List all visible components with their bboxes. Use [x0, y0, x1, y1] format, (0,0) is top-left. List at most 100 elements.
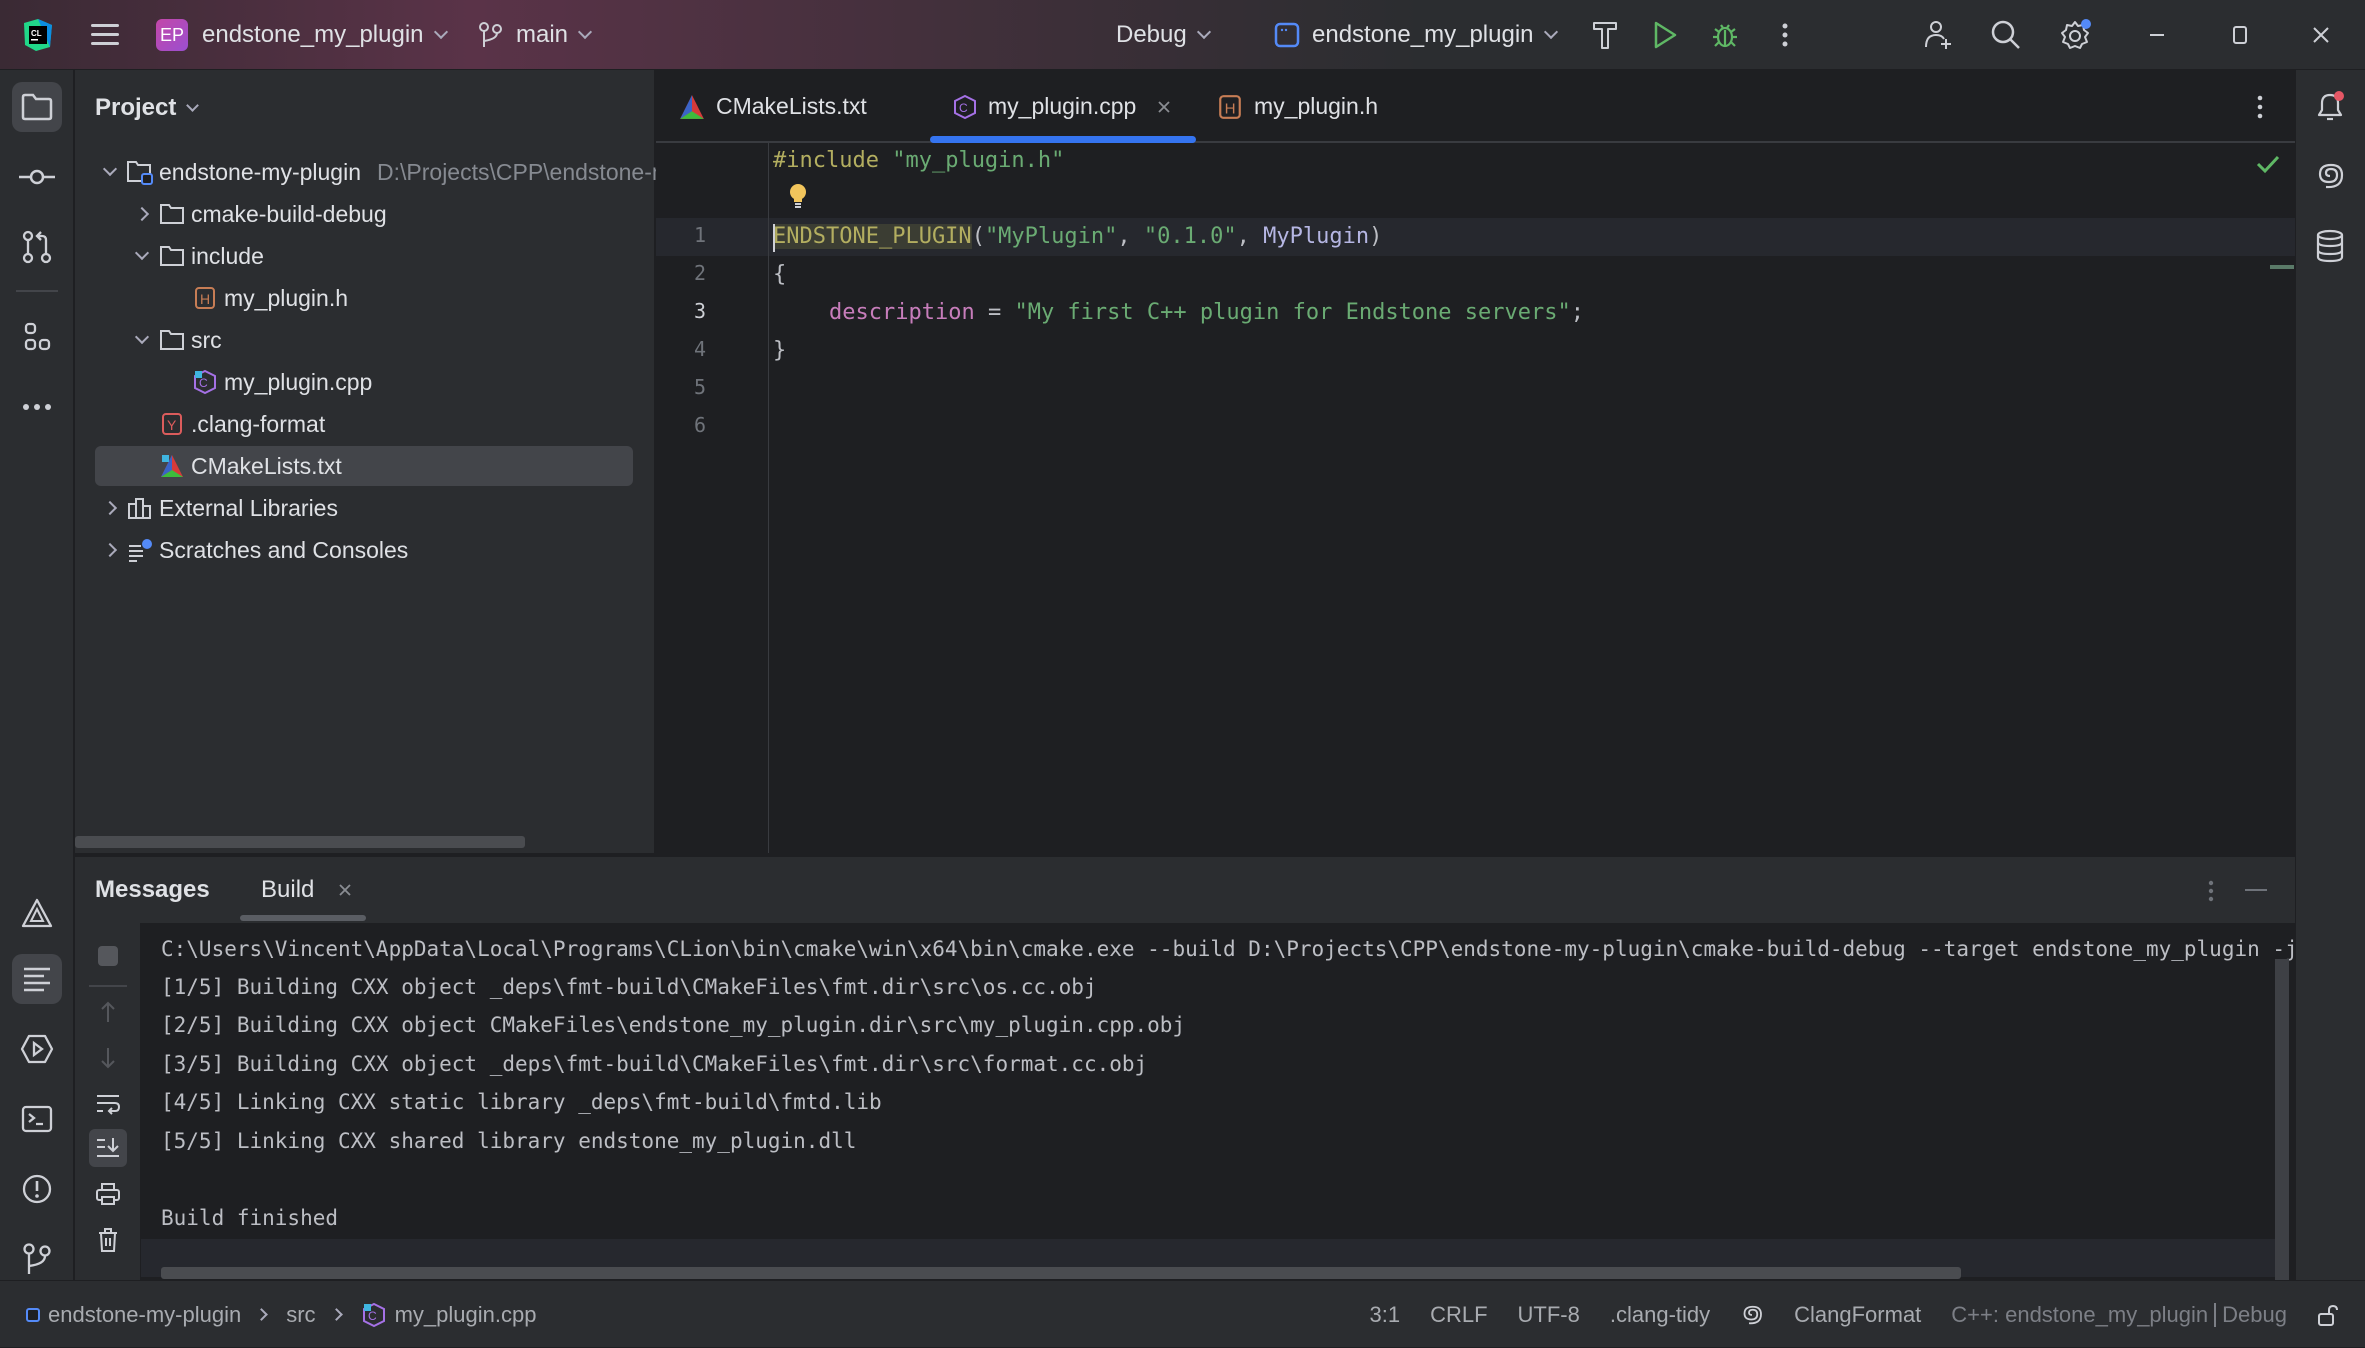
folder-icon — [157, 327, 187, 353]
terminal-tool-button[interactable] — [12, 1094, 62, 1144]
close-tab-icon[interactable] — [338, 883, 352, 897]
code-line-5[interactable]: description = "My first C++ plugin for E… — [829, 300, 1584, 325]
punctuation: ( — [971, 224, 985, 249]
branch-name: main — [516, 21, 569, 48]
messages-tool-button[interactable] — [12, 954, 62, 1004]
code-line-1[interactable]: #include "my_plugin.h" — [773, 148, 1064, 173]
hide-tool-window-button[interactable] — [2245, 889, 2267, 891]
tree-item-file[interactable]: Y .clang-format — [157, 404, 325, 444]
git-tool-button[interactable] — [12, 1234, 62, 1284]
active-tab-indicator — [930, 136, 1196, 143]
caret-position[interactable]: 3:1 — [1369, 1302, 1400, 1328]
code-with-me-button[interactable] — [1914, 11, 1962, 59]
output-line-status: Build finished — [161, 1206, 339, 1230]
commit-tool-button[interactable] — [12, 152, 62, 202]
tab-label: my_plugin.h — [1254, 93, 1379, 119]
run-tool-button[interactable] — [12, 1024, 62, 1074]
output-line: C:\Users\Vincent\AppData\Local\Programs\… — [161, 937, 2295, 961]
problems-tool-button[interactable] — [12, 1164, 62, 1214]
run-button[interactable] — [1641, 11, 1689, 59]
search-button[interactable] — [1982, 11, 2030, 59]
intention-bulb[interactable] — [788, 182, 808, 210]
tree-item-file[interactable]: H my_plugin.h — [190, 278, 348, 318]
code-line-6[interactable]: } — [773, 338, 786, 363]
resolve-config[interactable]: Debug — [2222, 1302, 2287, 1328]
unlock-icon[interactable] — [2317, 1303, 2339, 1327]
debug-button[interactable] — [1701, 11, 1749, 59]
print-button[interactable] — [89, 1175, 127, 1213]
tab-messages[interactable]: Messages — [95, 857, 210, 923]
tool-window-options-button[interactable] — [2207, 879, 2215, 903]
minimize-button[interactable] — [2134, 11, 2182, 59]
branch-switcher[interactable]: main — [478, 11, 593, 59]
clang-tidy-config[interactable]: .clang-tidy — [1610, 1302, 1710, 1328]
soft-wrap-button[interactable] — [89, 1085, 127, 1123]
app-logo[interactable]: CL — [20, 17, 56, 53]
clear-all-button[interactable] — [89, 1221, 127, 1259]
tree-item-external-libraries[interactable]: External Libraries — [95, 488, 338, 528]
stop-button[interactable] — [89, 937, 127, 975]
build-button[interactable] — [1581, 11, 1629, 59]
tree-item-label: my_plugin.cpp — [224, 368, 373, 395]
horizontal-scrollbar[interactable] — [161, 1267, 1961, 1279]
tree-item-file-selected[interactable]: CMakeLists.txt — [157, 446, 342, 486]
close-window-button[interactable] — [2297, 11, 2345, 59]
punctuation: , — [1117, 224, 1144, 249]
tab-my-plugin-cpp[interactable]: C my_plugin.cpp — [952, 70, 1172, 143]
pull-requests-tool-button[interactable] — [12, 222, 62, 272]
breadcrumb-item[interactable]: my_plugin.cpp — [395, 1302, 537, 1328]
previous-message-button[interactable] — [89, 993, 127, 1031]
more-tools-button[interactable] — [12, 382, 62, 432]
tree-item-label: endstone-my-plugin — [159, 158, 362, 185]
settings-button[interactable] — [2052, 11, 2100, 59]
resolve-context[interactable]: C++: endstone_my_plugin — [1951, 1302, 2208, 1328]
code-style-formatter[interactable]: ClangFormat — [1794, 1302, 1921, 1328]
run-target-selector[interactable]: endstone_my_plugin — [1274, 11, 1558, 59]
tree-item-root[interactable]: endstone-my-plugin D:\Projects\CPP\endst… — [95, 152, 752, 192]
main-menu-button[interactable] — [81, 11, 129, 59]
cmake-icon — [157, 453, 187, 479]
cmake-tool-button[interactable] — [12, 888, 62, 938]
code-line-4[interactable]: { — [773, 262, 786, 287]
folder-icon — [157, 201, 187, 227]
build-output[interactable]: C:\Users\Vincent\AppData\Local\Programs\… — [141, 923, 2295, 1284]
notifications-button[interactable] — [2308, 84, 2352, 128]
more-actions-button[interactable] — [1761, 11, 1809, 59]
code-line-3[interactable]: ENDSTONE_PLUGIN("MyPlugin", "0.1.0", MyP… — [773, 224, 1382, 249]
structure-tool-button[interactable] — [12, 312, 62, 362]
line-separator[interactable]: CRLF — [1430, 1302, 1487, 1328]
breadcrumb-item[interactable]: endstone-my-plugin — [48, 1302, 241, 1328]
horizontal-scrollbar[interactable] — [75, 836, 525, 848]
vertical-scrollbar[interactable] — [2275, 959, 2289, 1284]
tree-item-folder[interactable]: include — [127, 236, 264, 276]
tree-item-scratches[interactable]: Scratches and Consoles — [95, 530, 408, 570]
tree-item-folder[interactable]: cmake-build-debug — [127, 194, 387, 234]
tree-item-folder[interactable]: src — [127, 320, 222, 360]
maximize-icon — [2233, 26, 2247, 44]
file-encoding[interactable]: UTF-8 — [1518, 1302, 1580, 1328]
project-tool-button[interactable] — [12, 82, 62, 132]
build-config-selector[interactable]: Debug — [1116, 11, 1211, 59]
svg-text:C: C — [959, 101, 968, 115]
module-folder-icon — [125, 159, 155, 185]
close-tab-icon[interactable] — [1156, 99, 1172, 115]
database-button[interactable] — [2308, 224, 2352, 268]
scroll-to-end-button[interactable] — [89, 1129, 127, 1167]
tab-cmakelists[interactable]: CMakeLists.txt — [678, 70, 867, 143]
project-switcher[interactable]: EP endstone_my_plugin — [156, 11, 448, 59]
inspection-status[interactable] — [2256, 154, 2280, 174]
next-message-button[interactable] — [89, 1039, 127, 1077]
project-view-selector[interactable]: Project — [95, 94, 200, 122]
line-number: 1 — [693, 223, 706, 247]
tree-item-label: include — [191, 242, 264, 269]
tab-actions-button[interactable] — [2256, 94, 2264, 120]
breadcrumb-item[interactable]: src — [286, 1302, 315, 1328]
maximize-button[interactable] — [2216, 11, 2264, 59]
tree-item-file[interactable]: C my_plugin.cpp — [190, 362, 372, 402]
ai-spiral-icon[interactable] — [1740, 1303, 1764, 1327]
punctuation: ; — [1570, 300, 1584, 325]
tab-my-plugin-h[interactable]: H my_plugin.h — [1218, 70, 1378, 143]
chevron-down-icon — [186, 98, 200, 112]
ai-assistant-button[interactable] — [2308, 154, 2352, 198]
tab-build[interactable]: Build — [261, 857, 352, 923]
